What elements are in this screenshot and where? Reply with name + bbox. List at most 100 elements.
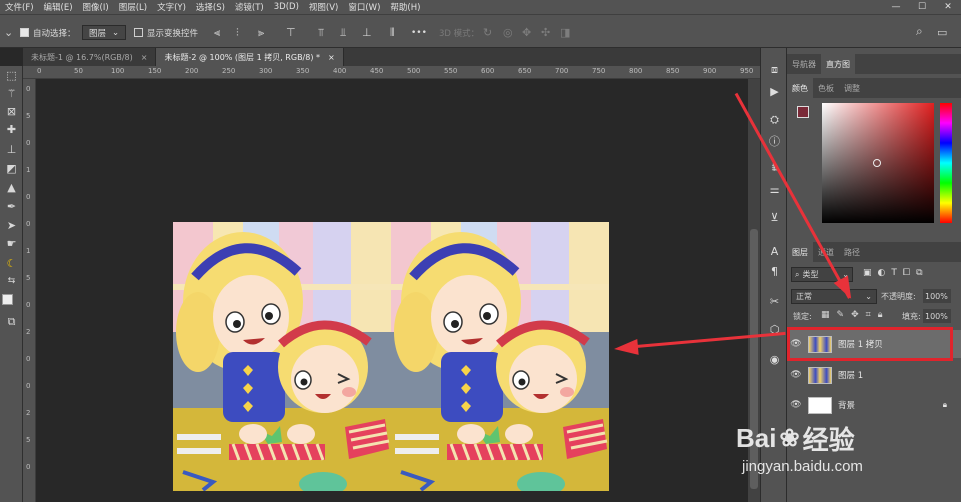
ruler-tick-label: 0 [26, 139, 31, 147]
color-picker-cursor[interactable] [873, 159, 881, 167]
screen-mode-icon[interactable]: ⧉ [3, 314, 20, 330]
layer-row-background[interactable]: 👁︎ 背景 🔒︎ [787, 391, 961, 419]
auto-select-toggle[interactable]: 自动选择： [20, 26, 76, 39]
align-top-icon[interactable]: ⊤ [286, 27, 296, 38]
tool-presets-icon[interactable]: ✂ [766, 294, 783, 309]
tab-document-1[interactable]: 未标题-1 @ 16.7%(RGB/8) × [23, 48, 157, 66]
tab-adjustments[interactable]: 调整 [839, 78, 865, 98]
menu-view[interactable]: 视图(V) [304, 1, 343, 13]
menu-layer[interactable]: 图层(L) [114, 1, 152, 13]
hue-slider[interactable] [940, 103, 952, 223]
blur-tool-icon[interactable]: ▲ [3, 180, 20, 196]
search-icon[interactable]: ⌕ [916, 25, 923, 37]
dodge-tool-icon[interactable]: ☛ [3, 236, 20, 252]
minimize-button[interactable]: — [883, 0, 909, 14]
eye-icon[interactable]: 👁︎ [787, 370, 805, 380]
path-selection-tool-icon[interactable]: ➤ [3, 218, 20, 234]
pan-3d-icon[interactable]: ✥ [522, 27, 531, 38]
history-icon[interactable]: ⧈ [766, 62, 783, 77]
chevron-down-icon[interactable]: ⌄ [4, 27, 13, 38]
align-center-icon[interactable]: ⫶ [236, 27, 239, 38]
properties-icon[interactable]: ⚌ [766, 182, 783, 197]
marquee-tool-icon[interactable]: ⬚ [3, 68, 20, 84]
actions-play-icon[interactable]: ▶ [766, 84, 783, 99]
foreground-color-swatch[interactable] [2, 294, 13, 305]
layer-name[interactable]: 图层 1 [838, 369, 863, 381]
distribute-middle-icon[interactable]: ⫫ [340, 27, 346, 38]
frame-tool-icon[interactable]: ⊠ [3, 104, 20, 120]
paragraph-icon[interactable]: ¶ [766, 264, 783, 279]
document-image[interactable] [173, 222, 609, 491]
character-icon[interactable]: A [766, 244, 783, 259]
eraser-tool-icon[interactable]: ◩ [3, 161, 20, 177]
menu-image[interactable]: 图像(I) [78, 1, 114, 13]
lock-position-icon[interactable]: ✥ [851, 310, 859, 320]
orbit-3d-icon[interactable]: ↻ [483, 27, 492, 38]
menu-help[interactable]: 帮助(H) [385, 1, 425, 13]
lock-transparency-icon[interactable]: ▦ [821, 310, 830, 320]
align-right-icon[interactable]: ⫸ [258, 27, 264, 38]
slide-3d-icon[interactable]: ✣ [541, 27, 550, 38]
auto-select-checkbox[interactable] [20, 28, 29, 37]
ruler-tick-label: 900 [703, 67, 717, 75]
menu-edit[interactable]: 编辑(E) [39, 1, 78, 13]
align-left-icon[interactable]: ⫷ [214, 27, 220, 38]
close-window-button[interactable]: ✕ [935, 0, 961, 14]
menu-select[interactable]: 选择(S) [191, 1, 230, 13]
clone-stamp-tool-icon[interactable]: ⊥ [3, 142, 20, 158]
banana-icon[interactable]: ☾ [3, 256, 20, 272]
pixel-filter-icon[interactable]: ▣ [863, 268, 872, 278]
menu-3d[interactable]: 3D(D) [269, 2, 304, 12]
libraries-icon[interactable]: ◉ [766, 352, 783, 367]
layer-row[interactable]: 👁︎ 图层 1 [787, 361, 961, 389]
roll-3d-icon[interactable]: ◎ [503, 27, 513, 38]
menu-filter[interactable]: 滤镜(T) [230, 1, 269, 13]
tab-histogram[interactable]: 直方图 [821, 54, 855, 74]
menu-file[interactable]: 文件(F) [0, 1, 39, 13]
color-picker-field[interactable] [822, 103, 934, 223]
menu-type[interactable]: 文字(Y) [152, 1, 191, 13]
lock-brush-icon[interactable]: ✎ [837, 310, 845, 320]
foreground-color-chip[interactable] [797, 106, 809, 118]
tab-navigator[interactable]: 导航器 [787, 54, 821, 74]
shape-filter-icon[interactable]: ⧠ [903, 268, 910, 278]
lock-all-icon[interactable]: 🔒︎ [878, 310, 883, 320]
layer-name[interactable]: 背景 [838, 399, 855, 411]
show-transform-checkbox[interactable] [134, 28, 143, 37]
magic-wand-tool-icon[interactable]: ⚚ [3, 86, 20, 102]
tab-swatches[interactable]: 色板 [813, 78, 839, 98]
brush-settings-icon[interactable]: ⛭ [766, 112, 783, 127]
ruler-tick-label: 0 [26, 220, 31, 228]
tab-document-2[interactable]: 未标题-2 @ 100% (图层 1 拷贝, RGB/8) * × [156, 48, 344, 66]
lock-artboard-icon[interactable]: ⌗ [866, 310, 871, 320]
fill-input[interactable]: 100% [923, 309, 951, 323]
adjustment-filter-icon[interactable]: ◐ [878, 268, 886, 278]
healing-brush-tool-icon[interactable]: ✚ [3, 122, 20, 138]
tab-color[interactable]: 颜色 [787, 78, 813, 98]
distribute-bottom-icon[interactable]: ⊥ [362, 27, 372, 38]
menu-window[interactable]: 窗口(W) [343, 1, 385, 13]
info-icon[interactable]: ⓘ [766, 134, 783, 149]
clone-source-icon[interactable]: ⊻ [766, 210, 783, 225]
eye-icon[interactable]: 👁︎ [787, 400, 805, 410]
close-icon[interactable]: × [141, 53, 148, 62]
blend-mode-dropdown[interactable]: 正常 ⌄ [791, 289, 877, 304]
workspace-icon[interactable]: ▭ [937, 27, 947, 38]
swap-colors-icon[interactable]: ⇆ [3, 273, 20, 289]
type-filter-icon[interactable]: T [891, 268, 897, 278]
close-icon[interactable]: × [328, 53, 335, 62]
auto-select-target-dropdown[interactable]: 图层 ⌄ [82, 25, 127, 40]
show-transform-toggle[interactable]: 显示变换控件 [134, 26, 198, 39]
tab-paths[interactable]: 路径 [839, 242, 865, 262]
distribute-top-icon[interactable]: ⫪ [318, 27, 324, 38]
opacity-input[interactable]: 100% [923, 289, 951, 303]
ruler-horizontal: 0 50 100 150 200 250 300 350 400 450 500 550 600 650 7… [23, 66, 760, 79]
restore-button[interactable]: ☐ [909, 0, 935, 14]
video-3d-icon[interactable]: ◨ [560, 27, 570, 38]
tab-layers[interactable]: 图层 [787, 242, 813, 262]
more-options-button[interactable]: ••• [411, 26, 427, 39]
pen-tool-icon[interactable]: ✒ [3, 199, 20, 215]
distribute-left-icon[interactable]: ⫴ [390, 27, 395, 38]
smart-object-filter-icon[interactable]: ⧉ [916, 268, 922, 278]
tools-panel: ⬚ ⚚ ⊠ ✚ ⊥ ◩ ▲ ✒ ➤ ☛ ☾ ⇆ ⧉ [0, 66, 23, 502]
